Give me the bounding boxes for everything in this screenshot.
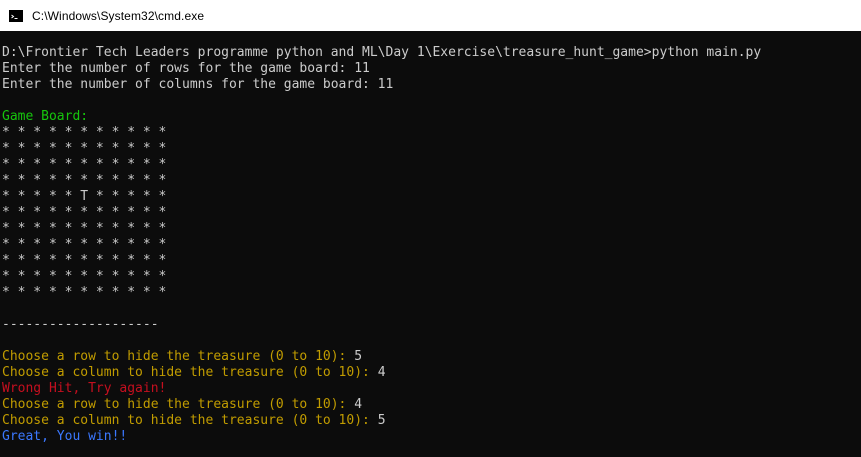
cmd-icon: [9, 9, 23, 22]
hide-row-line-1: Choose a row to hide the treasure (0 to …: [2, 349, 362, 365]
command-line: D:\Frontier Tech Leaders programme pytho…: [2, 45, 762, 60]
wrong-hit-message: Wrong Hit, Try again!: [2, 381, 167, 396]
win-message: Great, You win!!: [2, 429, 128, 444]
hide-col-answer: 5: [377, 413, 386, 428]
hide-row-answer: 5: [354, 349, 363, 364]
cols-prompt-line: Enter the number of columns for the game…: [2, 77, 394, 92]
rows-prompt-line: Enter the number of rows for the game bo…: [2, 61, 370, 76]
board-row: * * * * * * * * * * *: [2, 173, 167, 188]
board-row: * * * * * * * * * * *: [2, 205, 167, 220]
board-row: * * * * * * * * * * *: [2, 221, 167, 236]
hide-row-line-2: Choose a row to hide the treasure (0 to …: [2, 397, 362, 413]
window-title: C:\Windows\System32\cmd.exe: [32, 8, 205, 23]
hide-row-answer: 4: [354, 397, 363, 412]
separator-line: --------------------: [2, 317, 159, 332]
board-row: * * * * * * * * * * *: [2, 269, 167, 284]
cmd-window: C:\Windows\System32\cmd.exe D:\Frontier …: [0, 0, 861, 457]
board-row: * * * * * * * * * * *: [2, 157, 167, 172]
hide-col-line-1: Choose a column to hide the treasure (0 …: [2, 365, 386, 381]
hide-row-prompt: Choose a row to hide the treasure (0 to …: [2, 349, 355, 364]
board-row: * * * * * * * * * * *: [2, 253, 167, 268]
board-row: * * * * * * * * * * *: [2, 285, 167, 300]
console-output[interactable]: D:\Frontier Tech Leaders programme pytho…: [0, 31, 861, 457]
hide-row-prompt: Choose a row to hide the treasure (0 to …: [2, 397, 355, 412]
board-row: * * * * * * * * * * *: [2, 141, 167, 156]
board-row: * * * * * T * * * * *: [2, 189, 167, 204]
board-row: * * * * * * * * * * *: [2, 237, 167, 252]
hide-col-prompt: Choose a column to hide the treasure (0 …: [2, 413, 378, 428]
hide-col-answer: 4: [377, 365, 386, 380]
title-bar[interactable]: C:\Windows\System32\cmd.exe: [0, 0, 861, 31]
hide-col-prompt: Choose a column to hide the treasure (0 …: [2, 365, 378, 380]
board-title: Game Board:: [2, 109, 89, 124]
board-row: * * * * * * * * * * *: [2, 125, 167, 140]
hide-col-line-2: Choose a column to hide the treasure (0 …: [2, 413, 386, 429]
